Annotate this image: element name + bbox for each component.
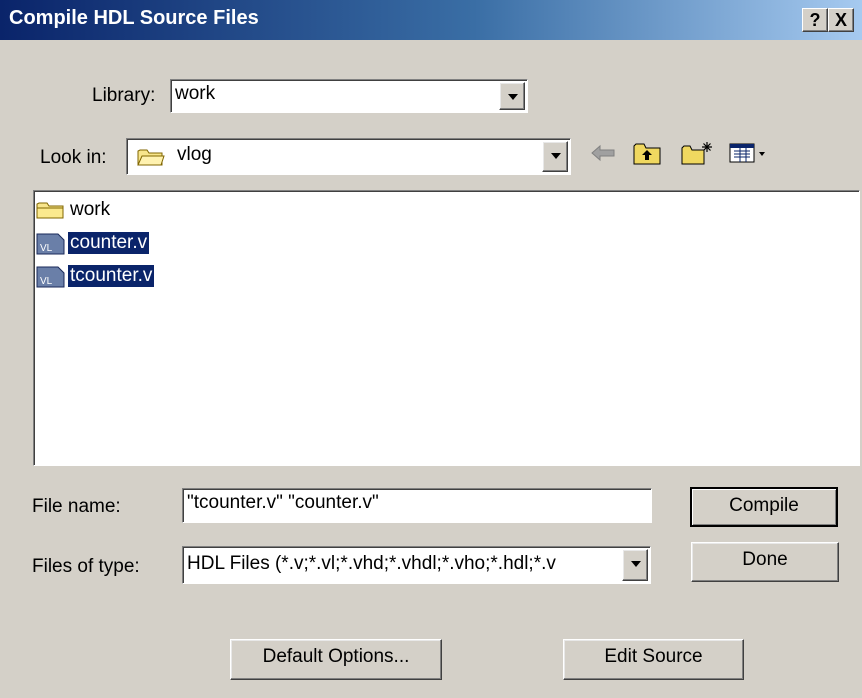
filename-input[interactable]: "tcounter.v" "counter.v" [182,488,652,523]
back-arrow-icon[interactable] [588,140,618,166]
compile-button[interactable]: Compile [690,487,838,527]
view-menu-icon[interactable] [728,140,770,166]
file-name: work [70,199,111,220]
help-button[interactable]: ? [802,8,828,32]
close-button[interactable]: X [828,8,854,32]
lookin-value: vlog [177,144,212,165]
window-title: Compile HDL Source Files [9,7,259,29]
title-bar: Compile HDL Source Files ? X [0,0,862,40]
filetype-label: Files of type: [32,556,140,577]
verilog-file-icon: VL [36,266,65,288]
library-combo[interactable]: work [170,79,528,113]
filetype-select[interactable]: HDL Files (*.v;*.vl;*.vhd;*.vhdl;*.vho;*… [182,546,651,584]
lookin-dropdown-button[interactable] [542,141,568,172]
library-value: work [175,83,216,104]
file-list[interactable]: work VL counter.v VL tcounter.v [33,190,860,466]
library-dropdown-button[interactable] [499,82,525,110]
lookin-combo[interactable]: vlog [126,138,571,175]
edit-source-button[interactable]: Edit Source [563,639,744,680]
file-name: counter.v [68,232,150,254]
folder-icon [137,149,165,166]
compile-hdl-dialog: Compile HDL Source Files ? X Library: wo… [0,0,862,698]
verilog-file-icon: VL [36,233,65,255]
lookin-label: Look in: [40,147,107,168]
folder-icon [36,202,64,219]
file-name: tcounter.v [68,265,155,287]
filename-value: "tcounter.v" "counter.v" [187,492,379,513]
up-folder-icon[interactable] [632,140,664,166]
filetype-value: HDL Files (*.v;*.vl;*.vhd;*.vhdl;*.vho;*… [187,553,556,574]
default-options-button[interactable]: Default Options... [230,639,442,680]
filetype-dropdown-button[interactable] [622,549,648,581]
new-folder-icon[interactable] [680,140,714,166]
svg-text:VL: VL [40,243,53,254]
done-button[interactable]: Done [691,542,839,582]
library-label: Library: [92,85,156,106]
filename-label: File name: [32,496,121,517]
svg-text:VL: VL [40,276,53,287]
